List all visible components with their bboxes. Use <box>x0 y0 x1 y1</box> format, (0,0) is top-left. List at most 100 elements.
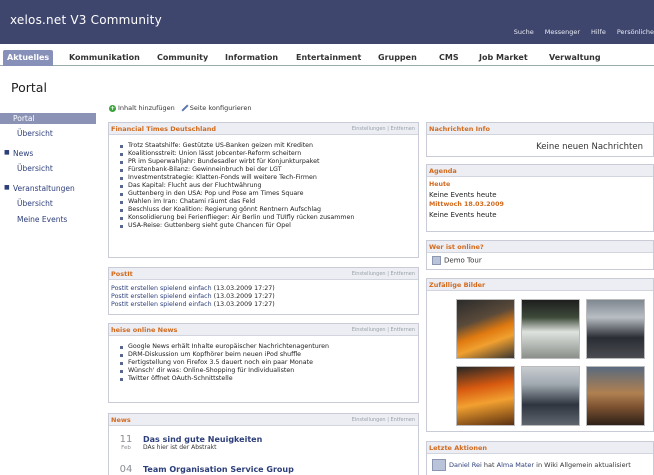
news-body: Team Organisation Service Group <box>143 465 294 475</box>
action-verb: hat <box>483 461 495 469</box>
postit-date: (13.03.2009 17:27) <box>213 301 275 308</box>
list-item[interactable]: Wünsch' dir was: Online-Shopping für Ind… <box>120 367 418 375</box>
search-link[interactable]: Suche <box>514 28 534 36</box>
nav-tab-verwaltung[interactable]: Verwaltung <box>549 50 601 66</box>
image-thumbnail[interactable] <box>586 366 645 426</box>
sidebar-item-news-overview[interactable]: Übersicht <box>17 163 53 174</box>
user-avatar <box>432 459 446 471</box>
news-title[interactable]: Team Organisation Service Group <box>143 465 294 474</box>
image-thumbnail[interactable] <box>521 299 580 359</box>
help-link[interactable]: Hilfe <box>591 28 606 36</box>
image-thumbnail[interactable] <box>586 299 645 359</box>
news-body: Das sind gute Neuigkeiten DAs hier ist d… <box>143 435 262 451</box>
remove-link[interactable]: Entfernen <box>390 271 415 277</box>
nav-tab-kommunikation[interactable]: Kommunikation <box>69 50 140 66</box>
list-item[interactable]: Wahlen im Iran: Chatami räumt das Feld <box>120 198 418 206</box>
sidebar-item-portal-overview[interactable]: Übersicht <box>17 128 53 139</box>
list-item[interactable]: Trotz Staatshilfe: Gestützte US-Banken g… <box>120 142 418 150</box>
portal-toolbar: + Inhalt hinzufügen Seite konfigurieren <box>109 104 251 112</box>
list-item[interactable]: Investmentstrategie: Klatten-Fonds will … <box>120 174 418 182</box>
list-item[interactable]: Fertigstellung von Firefox 3.5 dauert no… <box>120 359 418 367</box>
settings-link[interactable]: Einstellungen <box>352 126 386 132</box>
action-rest: in Wiki Allgemein aktualisiert <box>536 461 631 469</box>
settings-link[interactable]: Einstellungen <box>352 271 386 277</box>
list-item[interactable]: Google News erhält Inhalte europäischer … <box>120 343 418 351</box>
postit-date: (13.03.2009 17:27) <box>213 293 275 300</box>
list-item[interactable]: Das Kapital: Flucht aus der Fluchtwährun… <box>120 182 418 190</box>
postit-list: PostIt erstellen spielend einfach (13.03… <box>111 285 418 309</box>
personal-link[interactable]: Persönliche <box>617 28 654 36</box>
header-bar: xelos.net V3 Community Suche Messenger H… <box>0 0 654 44</box>
sidebar-item-my-events[interactable]: Meine Events <box>17 214 67 225</box>
image-thumbnail[interactable] <box>456 299 515 359</box>
box-header: PostIt Einstellungen | Entfernen <box>109 268 418 280</box>
news-month: Feb <box>121 445 131 451</box>
agenda-text: Keine Events heute <box>429 191 497 199</box>
remove-link[interactable]: Entfernen <box>390 417 415 423</box>
news-list: Google News erhält Inhalte europäischer … <box>120 343 418 383</box>
list-item[interactable]: Guttenberg in den USA: Pop und Pose am T… <box>120 190 418 198</box>
list-item[interactable]: Koalitionsstreit: Union lässt Jobcenter-… <box>120 150 418 158</box>
list-item[interactable]: Fürstenbank-Bilanz: Gewinneinbruch bei d… <box>120 166 418 174</box>
list-item[interactable]: PR im Superwahljahr: Bundesadler wirbt f… <box>120 158 418 166</box>
postit-box: PostIt Einstellungen | Entfernen PostIt … <box>108 267 419 315</box>
postit-link[interactable]: PostIt erstellen spielend einfach <box>111 301 212 308</box>
action-target-link[interactable]: Alma Mater <box>497 461 534 469</box>
settings-link[interactable]: Einstellungen <box>352 417 386 423</box>
list-item[interactable]: Konsolidierung bei Ferienflieger: Air Be… <box>120 214 418 222</box>
box-title: Zufällige Bilder <box>429 281 486 289</box>
ft-news-box: Financial Times Deutschland Einstellunge… <box>108 122 419 258</box>
online-user-name: Demo Tour <box>444 256 482 265</box>
news-entry: 04 Team Organisation Service Group <box>113 465 294 475</box>
messages-box: Nachrichten Info Keine neuen Nachrichten <box>426 122 654 157</box>
box-title: Agenda <box>429 167 457 175</box>
random-images-box: Zufällige Bilder <box>426 278 654 432</box>
image-thumbnail[interactable] <box>456 366 515 426</box>
box-header: Nachrichten Info <box>427 123 653 135</box>
agenda-text: Keine Events heute <box>429 211 497 219</box>
image-thumbnail[interactable] <box>521 366 580 426</box>
sidebar-item-events[interactable]: Veranstaltungen <box>13 183 75 194</box>
remove-link[interactable]: Entfernen <box>390 126 415 132</box>
nav-tab-entertainment[interactable]: Entertainment <box>296 50 361 66</box>
sidebar-item-news[interactable]: News <box>13 148 33 159</box>
news-title[interactable]: Das sind gute Neuigkeiten <box>143 435 262 444</box>
box-header: Financial Times Deutschland Einstellunge… <box>109 123 418 135</box>
agenda-list: Heute Keine Events heute Mittwoch 18.03.… <box>429 180 653 220</box>
messenger-link[interactable]: Messenger <box>545 28 580 36</box>
news-day: 04 <box>119 464 133 475</box>
bullet-icon: ■ <box>4 149 10 156</box>
action-user-link[interactable]: Daniel Rei <box>449 461 482 469</box>
box-title: Financial Times Deutschland <box>111 125 217 133</box>
remove-link[interactable]: Entfernen <box>390 327 415 333</box>
nav-tab-aktuelles[interactable]: Aktuelles <box>3 50 54 66</box>
online-user[interactable]: Demo Tour <box>432 256 653 265</box>
separator: | <box>387 126 389 132</box>
nav-tab-information[interactable]: Information <box>225 50 278 66</box>
sidebar-item-events-overview[interactable]: Übersicht <box>17 198 53 209</box>
list-item[interactable]: Twitter öffnet OAuth-Schnittstelle <box>120 375 418 383</box>
settings-link[interactable]: Einstellungen <box>352 327 386 333</box>
box-title: heise online News <box>111 326 178 334</box>
add-content-button[interactable]: + Inhalt hinzufügen <box>109 104 175 112</box>
list-item[interactable]: Beschluss der Koalition: Regierung gönnt… <box>120 206 418 214</box>
nav-tab-cms[interactable]: CMS <box>439 50 459 66</box>
configure-page-label: Seite konfigurieren <box>189 104 252 112</box>
box-header: Letzte Aktionen <box>427 442 653 454</box>
nav-tab-gruppen[interactable]: Gruppen <box>378 50 417 66</box>
list-item[interactable]: USA-Reise: Guttenberg sieht gute Chancen… <box>120 222 418 230</box>
list-item[interactable]: DRM-Diskussion um Kopfhörer beim neuen i… <box>120 351 418 359</box>
news-entry: 11 Feb Das sind gute Neuigkeiten DAs hie… <box>113 434 263 452</box>
postit-link[interactable]: PostIt erstellen spielend einfach <box>111 285 212 292</box>
nav-tab-job-market[interactable]: Job Market <box>479 50 528 66</box>
box-title: Letzte Aktionen <box>429 444 488 452</box>
postit-link[interactable]: PostIt erstellen spielend einfach <box>111 293 212 300</box>
top-links: Suche Messenger Hilfe Persönliche <box>503 28 654 36</box>
box-links: Einstellungen | Entfernen <box>352 126 415 132</box>
separator: | <box>387 271 389 277</box>
nav-tab-community[interactable]: Community <box>157 50 208 66</box>
news-day: 11 <box>119 434 133 445</box>
configure-page-button[interactable]: Seite konfigurieren <box>181 104 252 112</box>
sidebar-item-portal[interactable]: Portal <box>0 113 96 124</box>
list-item: PostIt erstellen spielend einfach (13.03… <box>111 293 418 301</box>
